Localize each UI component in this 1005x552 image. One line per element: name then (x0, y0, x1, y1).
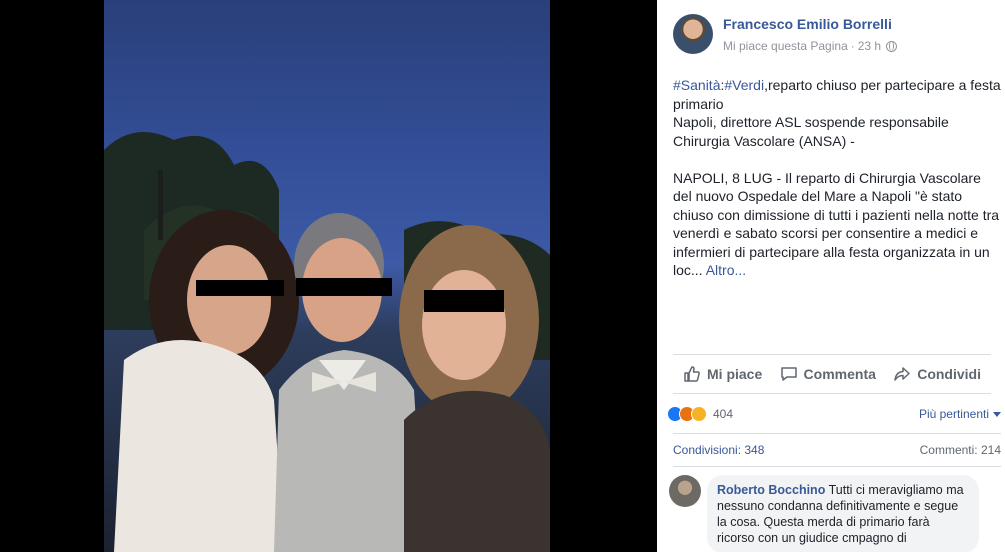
comment-bubble: Roberto Bocchino Tutti ci meravigliamo m… (707, 475, 979, 552)
share-icon (894, 367, 910, 381)
photo-viewer (0, 0, 657, 552)
post-panel: Francesco Emilio Borrelli Mi piace quest… (657, 0, 1005, 552)
wow-reaction-icon (691, 406, 707, 422)
share-label: Condividi (917, 366, 981, 382)
caret-down-icon (993, 411, 1001, 417)
author-name[interactable]: Francesco Emilio Borrelli (723, 16, 892, 32)
post-line-1: #Sanità:#Verdi,reparto chiuso per partec… (673, 76, 1003, 95)
commenter-avatar[interactable] (669, 475, 701, 507)
post-paragraph-2: NAPOLI, 8 LUG - Il reparto di Chirurgia … (673, 169, 1003, 280)
comment-label: Commenta (803, 366, 876, 382)
comment-sort-dropdown[interactable]: Più pertinenti (919, 407, 1001, 421)
hashtag-verdi[interactable]: #Verdi (724, 77, 764, 93)
like-button[interactable]: Mi piace (683, 365, 762, 383)
post-photo[interactable] (104, 0, 550, 552)
reactions-row: 404 Più pertinenti (667, 403, 1001, 425)
stats-row: Condivisioni: 348 Commenti: 214 (673, 433, 1001, 467)
like-label: Mi piace (707, 366, 763, 382)
comment-button[interactable]: Commenta (780, 365, 876, 383)
reaction-summary[interactable]: 404 (667, 406, 733, 422)
see-more-link[interactable]: Altro... (706, 262, 746, 278)
post-header: Francesco Emilio Borrelli Mi piace quest… (673, 14, 1003, 58)
action-bar: Mi piace Commenta Condividi (673, 354, 991, 394)
photo-scene (104, 132, 550, 552)
hashtag-sanita[interactable]: #Sanità (673, 77, 720, 93)
comment-icon (780, 367, 797, 381)
post-time[interactable]: 23 h (858, 39, 881, 53)
page-like-link[interactable]: Mi piace questa Pagina (723, 39, 848, 53)
share-button[interactable]: Condividi (893, 365, 981, 383)
sort-label: Più pertinenti (918, 407, 989, 421)
post-text: #Sanità:#Verdi,reparto chiuso per partec… (673, 76, 1003, 280)
post-line-3: Napoli, direttore ASL sospende responsab… (673, 114, 949, 130)
globe-icon (886, 40, 898, 52)
commenter-name[interactable]: Roberto Bocchino (717, 483, 825, 497)
thumbs-up-icon (684, 366, 700, 382)
line-1-rest: ,reparto chiuso per partecipare a festa (764, 77, 1001, 93)
post-line-2: primario (673, 95, 724, 112)
author-avatar[interactable] (673, 14, 713, 54)
meta-separator: · (850, 39, 855, 53)
post-meta: Mi piace questa Pagina · 23 h (723, 39, 898, 53)
post-line-4: Chirurgia Vascolare (ANSA) - (673, 132, 855, 149)
reaction-count[interactable]: 404 (713, 407, 733, 421)
shares-count[interactable]: Condivisioni: 348 (673, 443, 764, 457)
comments-count[interactable]: Commenti: 214 (920, 443, 1001, 457)
